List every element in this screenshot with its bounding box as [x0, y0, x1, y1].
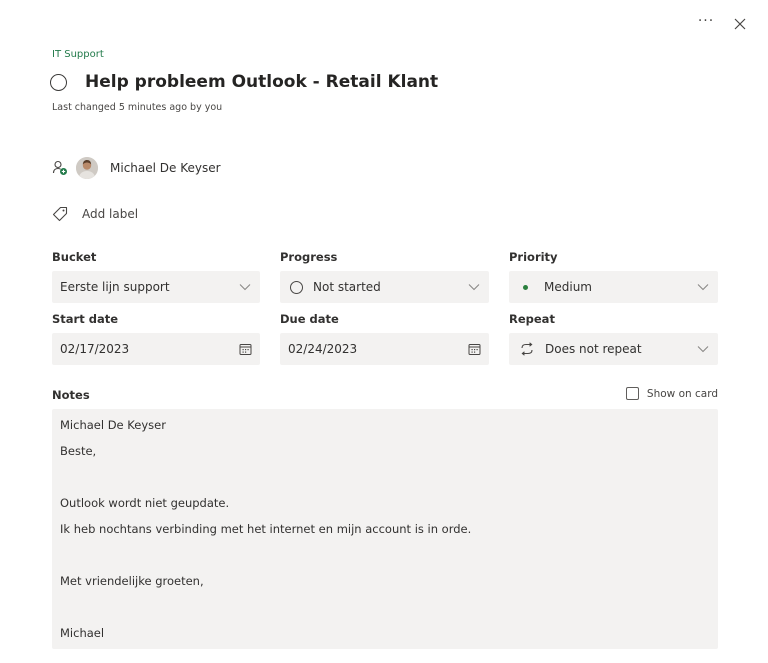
close-button[interactable]	[730, 14, 750, 34]
person-add-icon[interactable]	[52, 160, 68, 176]
note-line: Outlook wordt niet geupdate.	[60, 496, 230, 510]
bucket-label: Bucket	[52, 250, 97, 264]
note-line	[60, 599, 710, 616]
show-on-card-checkbox[interactable]	[625, 387, 639, 400]
repeat-icon	[521, 342, 533, 356]
assignment-row: Michael De Keyser	[52, 157, 221, 179]
progress-label: Progress	[280, 250, 338, 264]
plan-name[interactable]: IT Support	[52, 49, 104, 60]
title-row: Help probleem Outlook - Retail Klant	[50, 72, 438, 92]
start-date-value: 02/17/2023	[60, 342, 130, 356]
task-title[interactable]: Help probleem Outlook - Retail Klant	[85, 72, 438, 92]
top-actions: ···	[696, 14, 750, 34]
start-date-label: Start date	[52, 312, 119, 326]
note-line	[60, 547, 710, 564]
note-line: Beste,	[60, 444, 97, 458]
complete-task-circle-icon[interactable]	[50, 73, 67, 91]
progress-value: Not started	[313, 280, 381, 294]
priority-label: Priority	[509, 250, 558, 264]
show-on-card-toggle[interactable]: Show on card	[625, 387, 718, 400]
due-date-value: 02/24/2023	[288, 342, 358, 356]
notes-textarea[interactable]: Michael De Keyser Beste, Outlook wordt n…	[52, 409, 718, 649]
chevron-down-icon	[696, 280, 710, 294]
note-line: Ik heb nochtans verbinding met het inter…	[60, 522, 472, 536]
chevron-down-icon	[696, 342, 710, 356]
tag-icon	[52, 206, 68, 222]
show-on-card-text: Show on card	[646, 387, 718, 400]
note-line: Michael	[60, 626, 105, 640]
not-started-circle-icon	[290, 280, 303, 294]
due-date-label: Due date	[280, 312, 339, 326]
chevron-down-icon	[238, 280, 252, 294]
progress-dropdown[interactable]: Not started	[280, 271, 489, 303]
priority-dot-icon	[523, 284, 528, 290]
close-icon	[734, 18, 746, 30]
repeat-value: Does not repeat	[545, 342, 642, 356]
add-label-text: Add label	[82, 207, 139, 221]
repeat-label: Repeat	[509, 312, 555, 326]
note-line: Michael De Keyser	[60, 418, 166, 432]
last-changed-text: Last changed 5 minutes ago by you	[52, 102, 223, 113]
assignee-avatar[interactable]	[76, 157, 98, 179]
note-line: Met vriendelijke groeten,	[60, 574, 204, 588]
add-label-button[interactable]: Add label	[52, 206, 138, 222]
chevron-down-icon	[467, 280, 481, 294]
bucket-value: Eerste lijn support	[60, 280, 170, 294]
priority-value: Medium	[544, 280, 592, 294]
notes-label: Notes	[52, 388, 90, 402]
repeat-dropdown[interactable]: Does not repeat	[509, 333, 718, 365]
assignee-name[interactable]: Michael De Keyser	[110, 161, 221, 175]
calendar-icon[interactable]	[238, 342, 252, 356]
more-options-button[interactable]: ···	[696, 14, 716, 34]
start-date-input[interactable]: 02/17/2023	[52, 333, 260, 365]
calendar-icon[interactable]	[467, 342, 481, 356]
due-date-input[interactable]: 02/24/2023	[280, 333, 489, 365]
more-icon: ···	[697, 13, 715, 29]
bucket-dropdown[interactable]: Eerste lijn support	[52, 271, 260, 303]
note-line	[60, 469, 710, 486]
priority-dropdown[interactable]: Medium	[509, 271, 718, 303]
